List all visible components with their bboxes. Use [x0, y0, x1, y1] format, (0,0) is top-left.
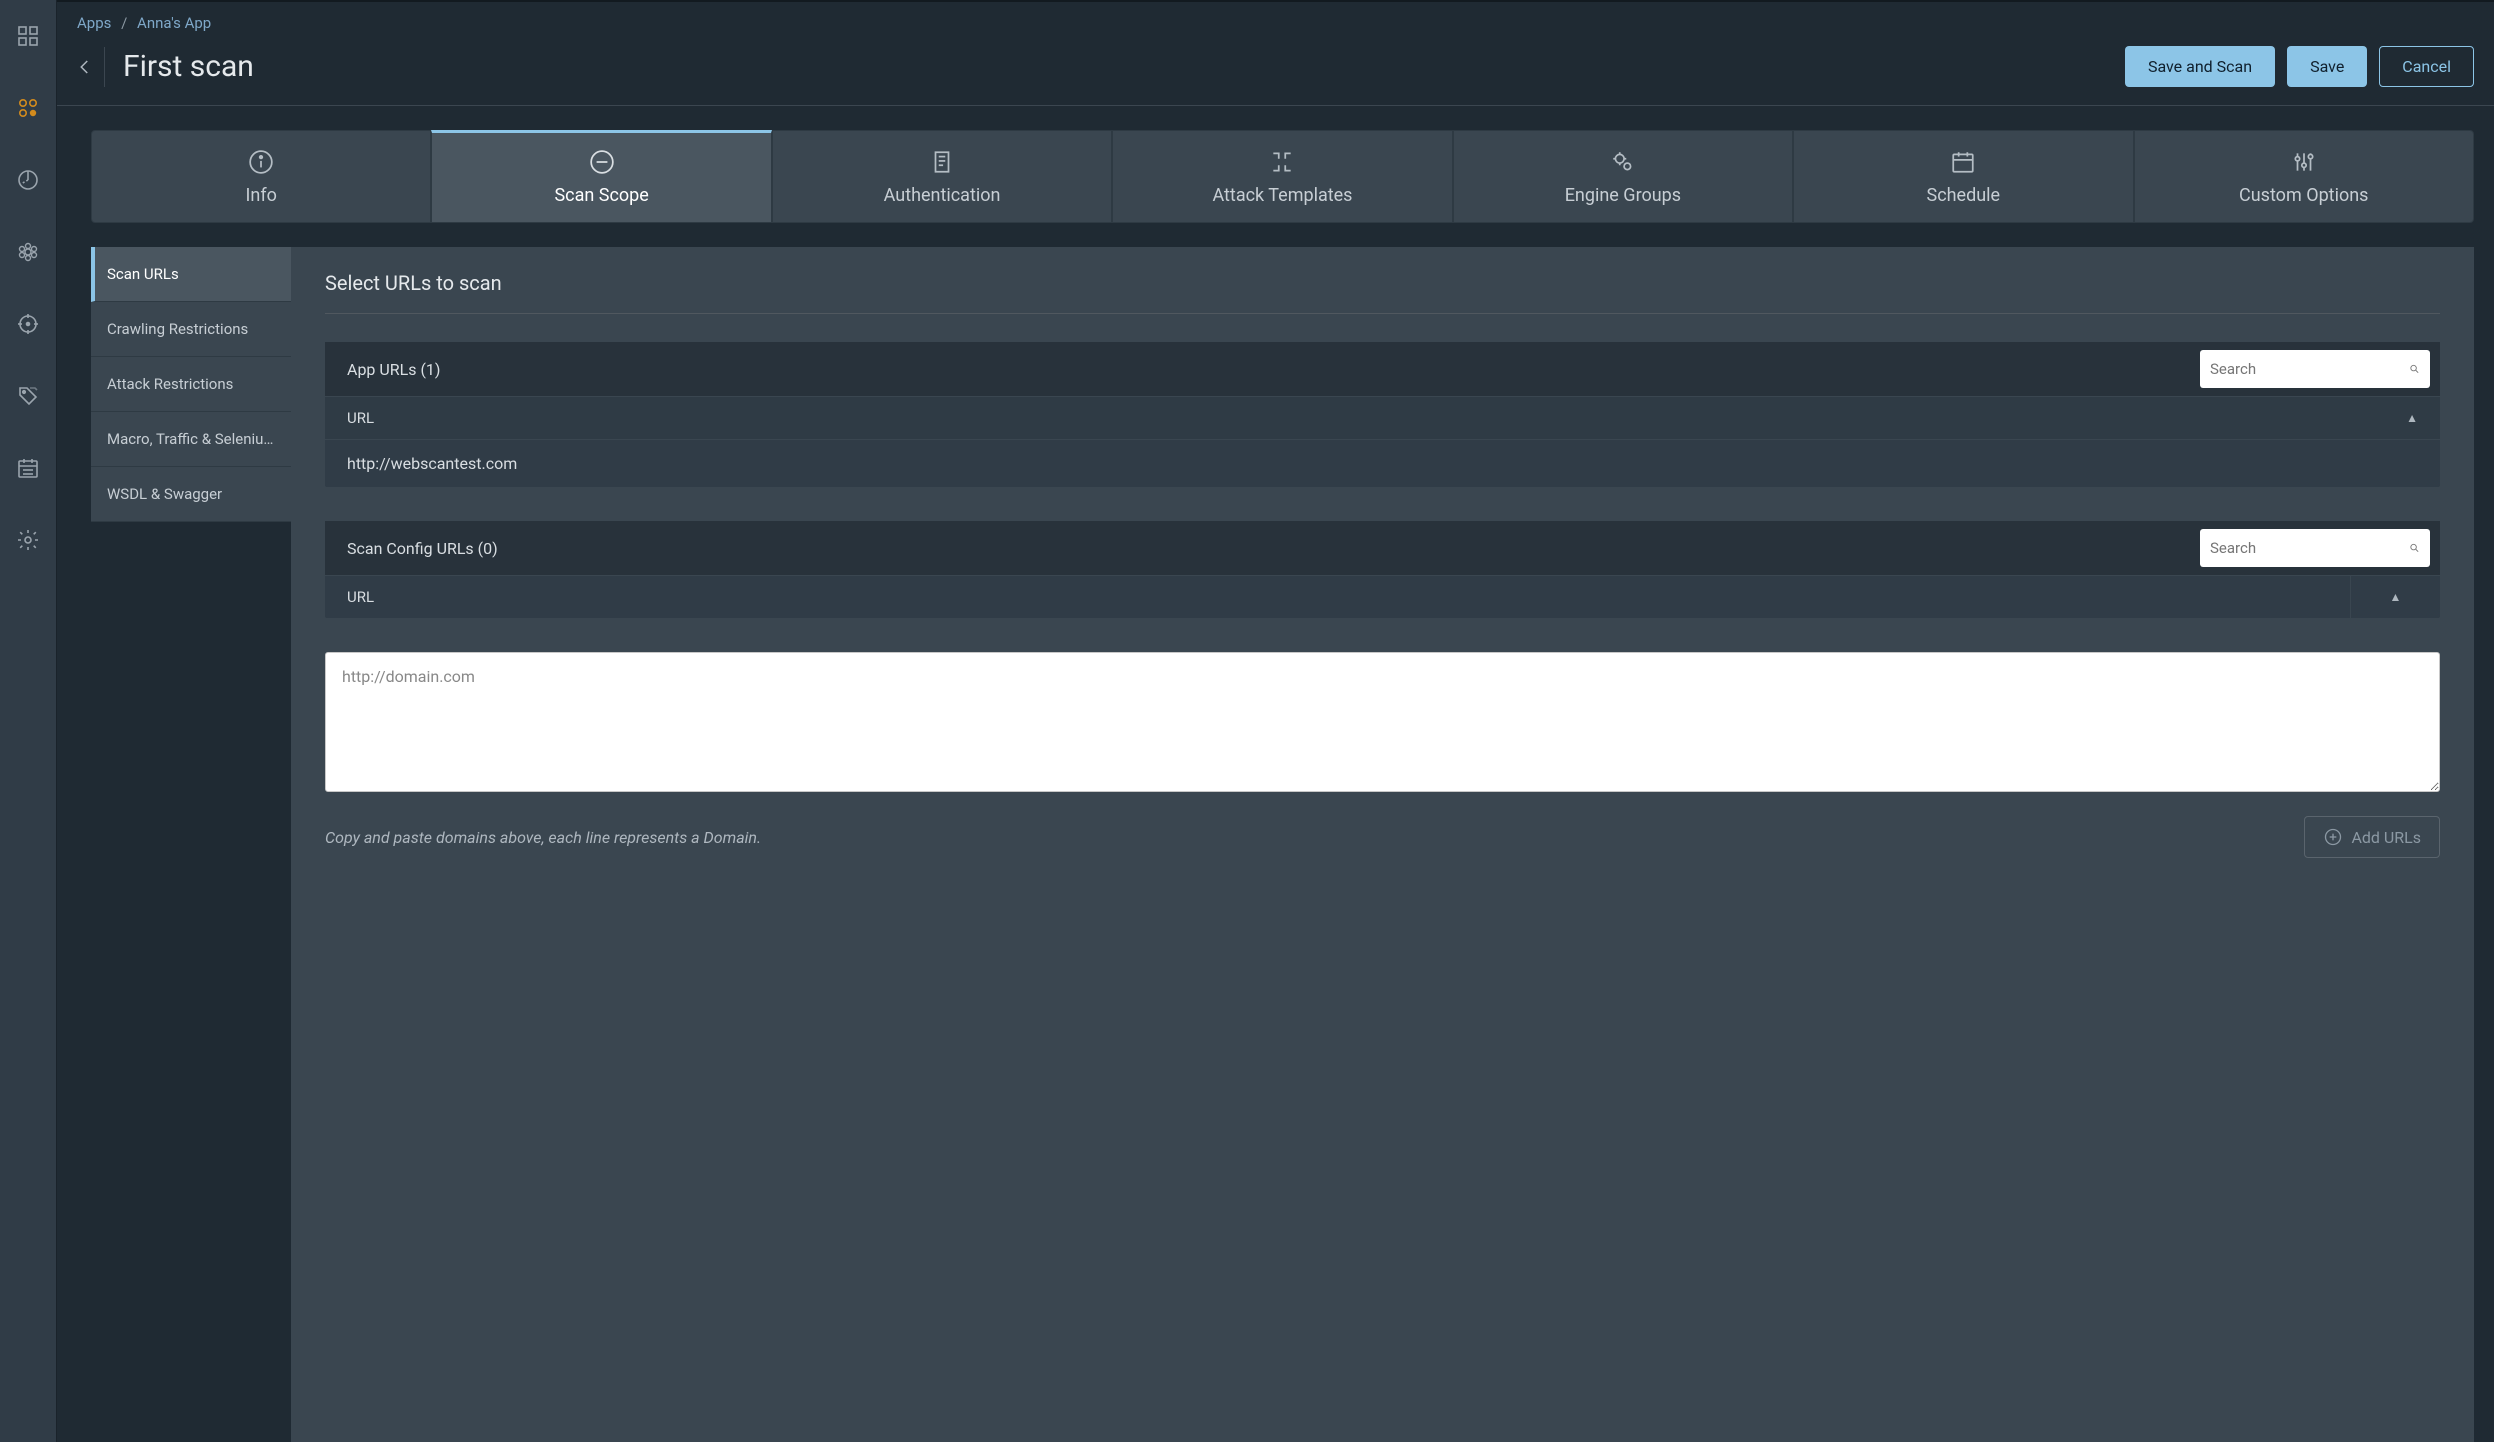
tab-scan-scope[interactable]: Scan Scope — [431, 130, 771, 223]
tab-label: Info — [246, 185, 277, 206]
app-urls-card: App URLs (1) URL ▲ http://webscantest.co… — [325, 342, 2440, 487]
rail-apps-icon[interactable] — [12, 92, 44, 124]
tab-label: Authentication — [884, 185, 1001, 206]
breadcrumb: Apps / Anna's App — [57, 2, 2494, 40]
panel-title: Select URLs to scan — [325, 271, 2440, 314]
info-icon — [248, 149, 274, 175]
tab-label: Scan Scope — [554, 185, 648, 206]
sidenav-item-scan-urls[interactable]: Scan URLs — [91, 247, 291, 302]
tab-schedule[interactable]: Schedule — [1793, 130, 2133, 223]
tab-label: Schedule — [1927, 185, 2001, 206]
add-urls-label: Add URLs — [2351, 828, 2421, 847]
rail-scan-icon[interactable] — [12, 164, 44, 196]
domains-textarea[interactable] — [325, 652, 2440, 792]
save-and-scan-button[interactable]: Save and Scan — [2125, 46, 2275, 87]
back-button[interactable] — [65, 47, 105, 87]
app-urls-search[interactable] — [2200, 350, 2430, 388]
save-button[interactable]: Save — [2287, 46, 2367, 87]
search-icon — [2409, 539, 2420, 557]
col-url-label: URL — [347, 409, 2406, 427]
col-url-label: URL — [347, 588, 374, 606]
tab-attack-templates[interactable]: Attack Templates — [1112, 130, 1452, 223]
app-urls-col-header[interactable]: URL ▲ — [325, 396, 2440, 439]
calendar-icon — [1950, 149, 1976, 175]
tab-label: Custom Options — [2239, 185, 2368, 206]
help-text: Copy and paste domains above, each line … — [325, 828, 2304, 847]
auth-icon — [929, 149, 955, 175]
rail-settings-icon[interactable] — [12, 524, 44, 556]
sort-asc-icon: ▲ — [2406, 411, 2418, 425]
page-title: First scan — [123, 49, 2113, 84]
tab-engine-groups[interactable]: Engine Groups — [1453, 130, 1793, 223]
tab-authentication[interactable]: Authentication — [772, 130, 1112, 223]
content-area: Scan URLs Crawling Restrictions Attack R… — [91, 247, 2474, 1442]
engine-icon — [1610, 149, 1636, 175]
tab-info[interactable]: Info — [91, 130, 431, 223]
rail-vulnerabilities-icon[interactable] — [12, 236, 44, 268]
scan-config-urls-card: Scan Config URLs (0) URL ▲ — [325, 521, 2440, 618]
rail-dashboard-icon[interactable] — [12, 20, 44, 52]
sort-asc-icon: ▲ — [2390, 590, 2402, 604]
table-row[interactable]: http://webscantest.com — [325, 439, 2440, 487]
sidenav-item-wsdl[interactable]: WSDL & Swagger — [91, 467, 291, 522]
left-rail — [0, 0, 57, 1442]
tab-label: Attack Templates — [1212, 185, 1352, 206]
title-row: First scan Save and Scan Save Cancel — [57, 40, 2494, 106]
cancel-button[interactable]: Cancel — [2379, 46, 2474, 87]
scan-config-search-input[interactable] — [2210, 539, 2409, 557]
scope-icon — [589, 149, 615, 175]
main-area: Apps / Anna's App First scan Save and Sc… — [57, 0, 2494, 1442]
tabs: Info Scan Scope Authentication Attack Te… — [91, 130, 2474, 223]
rail-tags-icon[interactable] — [12, 380, 44, 412]
search-icon — [2409, 360, 2420, 378]
add-urls-button[interactable]: Add URLs — [2304, 816, 2440, 858]
rail-target-icon[interactable] — [12, 308, 44, 340]
rail-schedule-icon[interactable] — [12, 452, 44, 484]
sliders-icon — [2291, 149, 2317, 175]
template-icon — [1269, 149, 1295, 175]
plus-circle-icon — [2323, 827, 2343, 847]
sidenav-item-attack[interactable]: Attack Restrictions — [91, 357, 291, 412]
tab-label: Engine Groups — [1565, 185, 1681, 206]
breadcrumb-sep: / — [115, 14, 133, 32]
sidenav-item-macro[interactable]: Macro, Traffic & Selenium — [91, 412, 291, 467]
breadcrumb-current[interactable]: Anna's App — [137, 14, 211, 32]
app-urls-search-input[interactable] — [2210, 360, 2409, 378]
breadcrumb-root[interactable]: Apps — [77, 14, 111, 32]
tab-custom-options[interactable]: Custom Options — [2134, 130, 2474, 223]
sidenav-item-crawling[interactable]: Crawling Restrictions — [91, 302, 291, 357]
sidenav: Scan URLs Crawling Restrictions Attack R… — [91, 247, 291, 1442]
panel: Select URLs to scan App URLs (1) URL ▲ h… — [291, 247, 2474, 1442]
scan-config-col-header[interactable]: URL ▲ — [325, 575, 2440, 618]
app-urls-header: App URLs (1) — [347, 360, 2200, 379]
scan-config-header: Scan Config URLs (0) — [347, 539, 2200, 558]
scan-config-search[interactable] — [2200, 529, 2430, 567]
